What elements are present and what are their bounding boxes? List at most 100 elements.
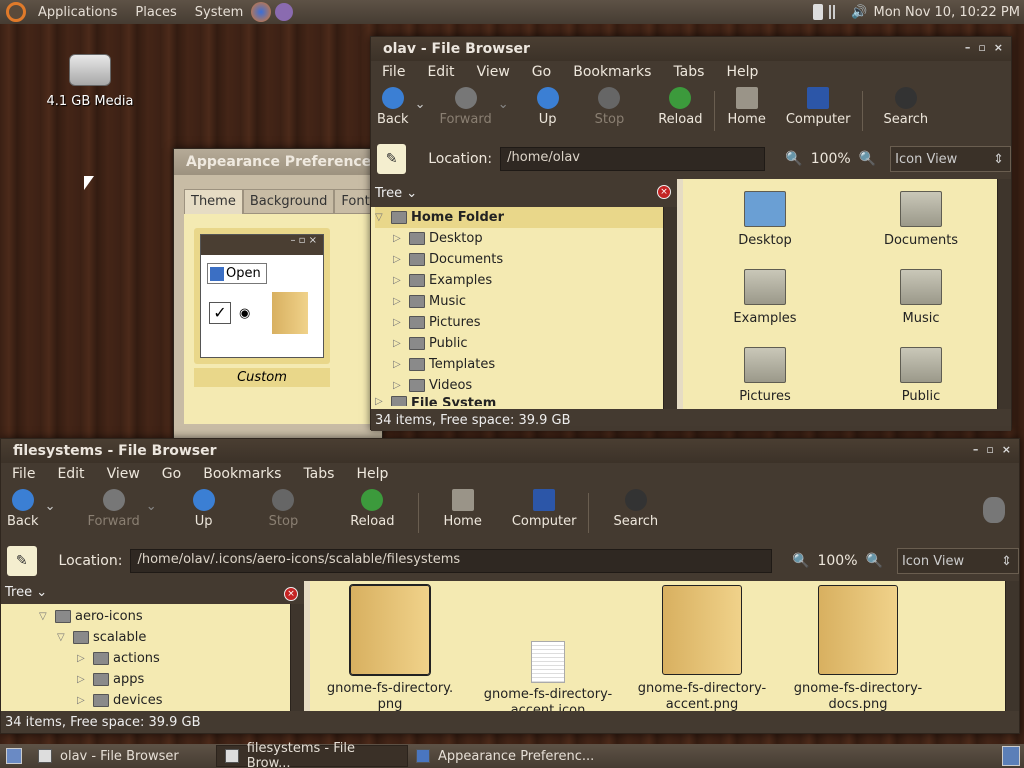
taskbar-item-appearance[interactable]: Appearance Preferenc... <box>408 745 604 767</box>
tree-scrollbar[interactable] <box>663 207 677 409</box>
tab-theme[interactable]: Theme <box>184 189 243 214</box>
zoom-out-icon[interactable]: 🔍 <box>785 151 802 167</box>
icon-item[interactable]: gnome-fs-directory. png <box>320 584 460 711</box>
icon-item[interactable]: Documents <box>871 191 971 248</box>
toggle-location-button[interactable]: ✎ <box>7 546 37 576</box>
home-button[interactable]: Home <box>721 87 771 127</box>
places-menu[interactable]: Places <box>135 5 176 20</box>
computer-button[interactable]: Computer <box>780 87 857 127</box>
up-button[interactable]: Up <box>531 87 565 127</box>
menu-view[interactable]: View <box>466 64 521 80</box>
menu-view[interactable]: View <box>96 466 151 482</box>
side-pane-selector[interactable]: Tree ⌄ <box>5 585 47 600</box>
tree-item[interactable]: ▷ devices <box>1 690 290 711</box>
back-button[interactable]: Back <box>1 489 45 529</box>
zoom-in-icon[interactable]: 🔍 <box>859 151 876 167</box>
menu-tabs[interactable]: Tabs <box>662 64 715 80</box>
zoom-out-icon[interactable]: 🔍 <box>792 553 809 569</box>
back-button[interactable]: Back <box>371 87 415 127</box>
forward-button[interactable]: Forward <box>433 87 497 127</box>
toggle-location-button[interactable]: ✎ <box>377 144 407 174</box>
side-pane-selector[interactable]: Tree ⌄ <box>375 186 417 201</box>
theme-preview[interactable]: – ▫ × Open ✓ ◉ <box>194 228 330 364</box>
menu-file[interactable]: File <box>371 64 416 80</box>
custom-theme-label[interactable]: Custom <box>194 368 330 387</box>
appearance-titlebar[interactable]: Appearance Preferences <box>174 149 382 175</box>
menu-edit[interactable]: Edit <box>416 64 465 80</box>
desktop-drive[interactable]: 4.1 GB Media <box>40 54 140 109</box>
icon-item[interactable]: Desktop <box>715 191 815 248</box>
tab-background[interactable]: Background <box>242 189 335 214</box>
tree-item[interactable]: ▷ Documents <box>375 249 663 270</box>
stop-button[interactable]: Stop <box>589 87 631 127</box>
minimize-button[interactable]: – <box>965 41 971 54</box>
location-field[interactable]: /home/olav/.icons/aero-icons/scalable/fi… <box>130 549 773 573</box>
forward-button[interactable]: Forward <box>81 489 145 529</box>
back-history-dropdown[interactable]: ⌄ <box>45 499 56 514</box>
tree-item[interactable]: ▷ Videos <box>375 375 663 396</box>
clock[interactable]: Mon Nov 10, 10:22 PM <box>873 5 1020 20</box>
tree-item[interactable]: ▷ Desktop <box>375 228 663 249</box>
menu-file[interactable]: File <box>1 466 46 482</box>
tree-item[interactable]: ▽ scalable <box>1 627 290 648</box>
removable-device-icon[interactable] <box>813 4 824 20</box>
olav-titlebar[interactable]: olav - File Browser – ▫ × <box>371 37 1011 61</box>
menu-tabs[interactable]: Tabs <box>292 466 345 482</box>
close-button[interactable]: × <box>1002 443 1011 456</box>
icon-item[interactable]: Public <box>871 347 971 404</box>
view-selector[interactable]: Icon View ⇕ <box>896 548 1020 574</box>
close-button[interactable]: × <box>994 41 1003 54</box>
menu-help[interactable]: Help <box>345 466 399 482</box>
icon-view-scrollbar[interactable] <box>997 179 1011 409</box>
home-button[interactable]: Home <box>437 489 487 529</box>
tree-item[interactable]: ▷ apps <box>1 669 290 690</box>
menu-go[interactable]: Go <box>151 466 192 482</box>
icon-item[interactable]: gnome-fs-directory- docs.png <box>786 585 930 711</box>
icon-item[interactable]: gnome-fs-directory- accent.png <box>630 585 774 711</box>
firefox-icon[interactable] <box>251 2 272 22</box>
volume-icon[interactable]: 🔊 <box>851 5 867 20</box>
tree-item[interactable]: ▷ Examples <box>375 270 663 291</box>
menu-bookmarks[interactable]: Bookmarks <box>192 466 292 482</box>
up-button[interactable]: Up <box>187 489 221 529</box>
tree-item[interactable]: ▷ Templates <box>375 354 663 375</box>
minimize-button[interactable]: – <box>973 443 979 456</box>
show-desktop-icon[interactable] <box>6 748 22 764</box>
close-pane-icon[interactable]: × <box>657 185 671 199</box>
computer-button[interactable]: Computer <box>506 489 583 529</box>
menu-bookmarks[interactable]: Bookmarks <box>562 64 662 80</box>
trash-icon[interactable] <box>1002 746 1020 766</box>
reload-button[interactable]: Reload <box>652 87 708 127</box>
tree-item[interactable]: ▷ Pictures <box>375 312 663 333</box>
applications-menu[interactable]: Applications <box>38 5 117 20</box>
icon-item[interactable]: Music <box>871 269 971 326</box>
location-field[interactable]: /home/olav <box>500 147 766 171</box>
reload-button[interactable]: Reload <box>344 489 400 529</box>
menu-help[interactable]: Help <box>715 64 769 80</box>
tree-scrollbar[interactable] <box>290 604 304 711</box>
menu-go[interactable]: Go <box>521 64 562 80</box>
view-selector[interactable]: Icon View ⇕ <box>890 146 1011 172</box>
close-pane-icon[interactable]: × <box>284 587 298 601</box>
search-button[interactable]: Search <box>877 87 934 127</box>
back-history-dropdown[interactable]: ⌄ <box>415 97 426 112</box>
icon-item[interactable]: Examples <box>715 269 815 326</box>
maximize-button[interactable]: ▫ <box>978 41 985 54</box>
icon-item[interactable]: gnome-fs-directory- accent.icon <box>476 585 620 711</box>
ubuntu-logo-icon[interactable] <box>6 2 26 22</box>
tree-item[interactable]: ▷ Public <box>375 333 663 354</box>
menu-edit[interactable]: Edit <box>46 466 95 482</box>
taskbar-item-olav[interactable]: olav - File Browser <box>30 745 216 767</box>
system-menu[interactable]: System <box>195 5 243 20</box>
maximize-button[interactable]: ▫ <box>986 443 993 456</box>
network-icon[interactable] <box>829 5 846 19</box>
icon-view-scrollbar[interactable] <box>1005 581 1019 711</box>
tree-item[interactable]: ▷ Music <box>375 291 663 312</box>
tree-item-home-folder[interactable]: ▽ Home Folder <box>375 207 663 228</box>
stop-button[interactable]: Stop <box>263 489 305 529</box>
taskbar-item-filesystems[interactable]: filesystems - File Brow... <box>216 741 408 768</box>
zoom-in-icon[interactable]: 🔍 <box>866 553 883 569</box>
filesystems-titlebar[interactable]: filesystems - File Browser – ▫ × <box>1 439 1019 463</box>
icon-item[interactable]: Pictures <box>715 347 815 404</box>
pidgin-icon[interactable] <box>275 3 294 21</box>
